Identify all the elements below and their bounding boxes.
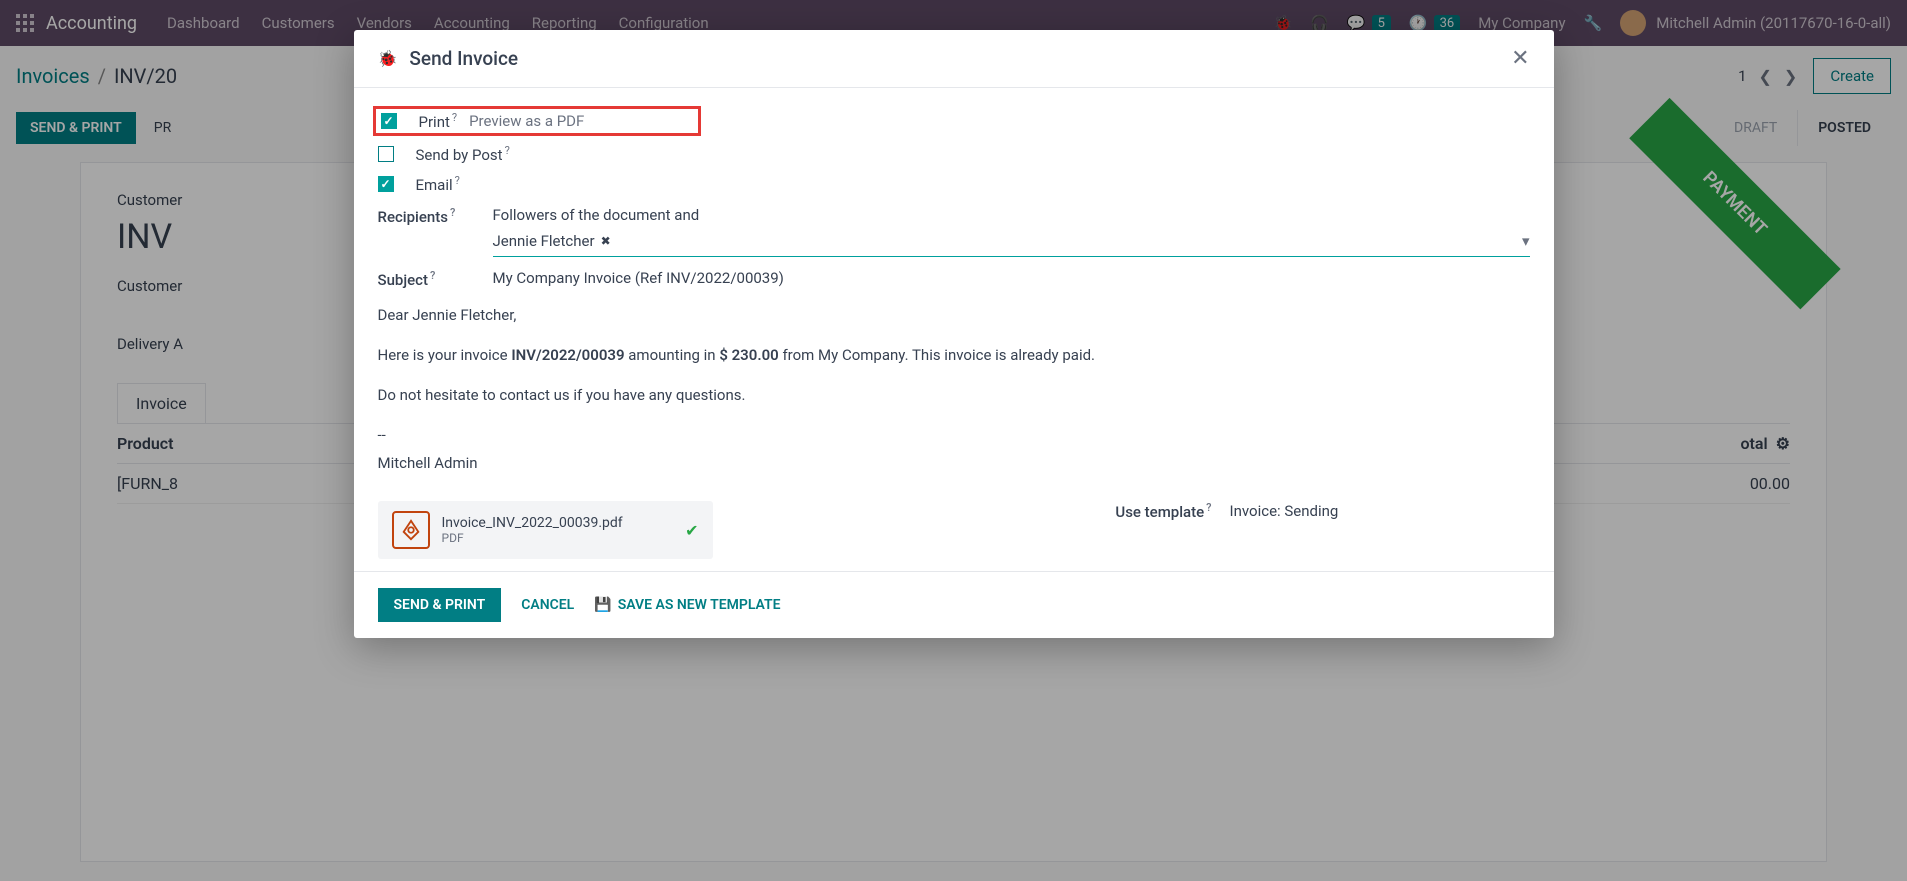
cancel-button[interactable]: CANCEL: [521, 597, 574, 613]
modal-title: Send Invoice: [409, 47, 518, 70]
print-help-icon[interactable]: ?: [452, 111, 457, 124]
recipients-input[interactable]: Jennie Fletcher ✖ ▾: [493, 230, 1530, 257]
email-checkbox[interactable]: [378, 176, 394, 192]
email-help-icon[interactable]: ?: [455, 174, 460, 187]
highlight-print-option: Print? Preview as a PDF: [373, 106, 701, 136]
post-help-icon[interactable]: ?: [505, 144, 510, 157]
attachment-name: Invoice_INV_2022_00039.pdf: [442, 515, 623, 531]
attachment[interactable]: Invoice_INV_2022_00039.pdf PDF ✔: [378, 501, 713, 559]
save-template-label: SAVE AS NEW TEMPLATE: [618, 597, 781, 613]
email-body[interactable]: Dear Jennie Fletcher, Here is your invoi…: [378, 303, 1530, 475]
close-icon[interactable]: ✕: [1511, 46, 1529, 71]
modal-header: 🐞 Send Invoice ✕: [354, 30, 1554, 88]
recipient-remove-icon[interactable]: ✖: [601, 234, 611, 248]
subject-label: Subject?: [378, 269, 493, 289]
post-checkbox[interactable]: [378, 146, 394, 162]
subject-input[interactable]: My Company Invoice (Ref INV/2022/00039): [493, 269, 1530, 289]
print-label: Print?: [419, 111, 458, 131]
body-greeting: Dear Jennie Fletcher,: [378, 303, 1530, 327]
recipients-intro: Followers of the document and: [493, 206, 1530, 224]
print-checkbox[interactable]: [381, 113, 397, 129]
save-template-button[interactable]: 💾 SAVE AS NEW TEMPLATE: [594, 597, 780, 613]
template-select[interactable]: Invoice: Sending: [1230, 502, 1530, 520]
pdf-icon: [392, 511, 430, 549]
recipients-dropdown-icon[interactable]: ▾: [1522, 232, 1530, 250]
recipients-label: Recipients?: [378, 206, 493, 257]
recipient-chip[interactable]: Jennie Fletcher ✖: [493, 232, 611, 250]
modal-body: Print? Preview as a PDF Send by Post? Em…: [354, 88, 1554, 571]
send-invoice-modal: 🐞 Send Invoice ✕ Print? Preview as a PDF…: [354, 30, 1554, 638]
print-hint: Preview as a PDF: [469, 112, 584, 130]
bug-icon[interactable]: 🐞: [378, 49, 398, 68]
body-signature: Mitchell Admin: [378, 451, 1530, 475]
body-dash: --: [378, 423, 1530, 447]
body-questions: Do not hesitate to contact us if you hav…: [378, 383, 1530, 407]
save-icon: 💾: [594, 597, 611, 613]
post-label: Send by Post?: [416, 144, 510, 164]
send-and-print-button[interactable]: SEND & PRINT: [378, 588, 502, 622]
subject-help-icon[interactable]: ?: [430, 269, 435, 282]
template-help-icon[interactable]: ?: [1206, 501, 1211, 514]
modal-footer: SEND & PRINT CANCEL 💾 SAVE AS NEW TEMPLA…: [354, 571, 1554, 638]
body-invoice-line: Here is your invoice INV/2022/00039 amou…: [378, 343, 1530, 367]
template-label: Use template?: [1115, 501, 1211, 521]
modal-overlay[interactable]: 🐞 Send Invoice ✕ Print? Preview as a PDF…: [0, 0, 1907, 881]
recipients-help-icon[interactable]: ?: [450, 206, 455, 219]
attachment-type: PDF: [442, 531, 623, 545]
email-label: Email?: [416, 174, 460, 194]
attachment-check-icon: ✔: [685, 521, 698, 540]
recipient-chip-label: Jennie Fletcher: [493, 232, 595, 250]
